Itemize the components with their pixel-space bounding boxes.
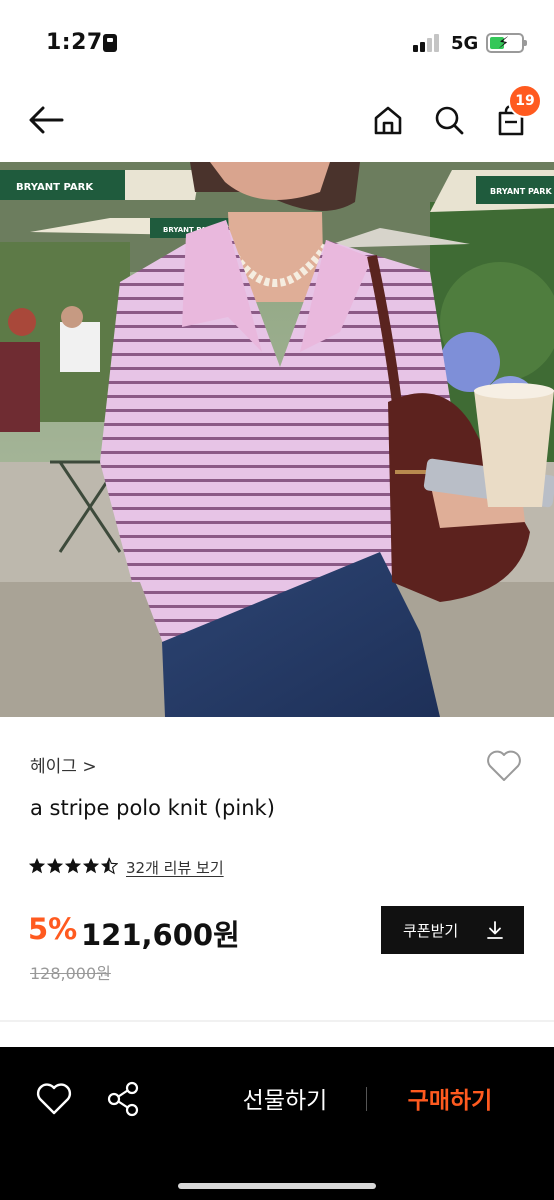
discount-rate: 5% bbox=[28, 912, 78, 946]
sale-price: 121,600원 bbox=[81, 918, 240, 952]
rating-stars bbox=[28, 856, 118, 878]
reviews-link[interactable]: 32개 리뷰 보기 bbox=[126, 857, 224, 878]
status-bar: 1:27 5G ⚡ bbox=[0, 0, 554, 84]
search-icon bbox=[435, 106, 464, 135]
umbrella-sign-text: BRYANT PARK bbox=[490, 187, 552, 196]
cart-count-badge: 19 bbox=[508, 84, 542, 118]
brand-link[interactable]: 헤이그 > bbox=[30, 752, 97, 777]
like-button[interactable] bbox=[34, 1079, 74, 1119]
product-title: a stripe polo knit (pink) bbox=[30, 796, 275, 820]
heart-outline-icon bbox=[487, 750, 521, 781]
share-icon bbox=[107, 1081, 139, 1117]
star-icon bbox=[64, 857, 82, 874]
download-icon bbox=[487, 921, 503, 939]
coupon-download-button[interactable]: 쿠폰받기 bbox=[381, 906, 524, 954]
battery-icon: ⚡ bbox=[486, 33, 527, 53]
product-image[interactable]: BRYANT PARK BRYANT PARK BRYANT PARK bbox=[0, 162, 554, 717]
original-price: 128,000원 bbox=[30, 964, 111, 983]
back-arrow-icon bbox=[29, 106, 64, 134]
network-type: 5G bbox=[451, 33, 479, 54]
bottom-bar-separator bbox=[366, 1087, 367, 1111]
wishlist-button[interactable] bbox=[484, 746, 524, 786]
cellular-signal-icon bbox=[413, 34, 441, 52]
heart-icon bbox=[36, 1083, 72, 1115]
star-icon bbox=[46, 857, 64, 874]
coupon-button-label: 쿠폰받기 bbox=[403, 921, 459, 940]
star-icon bbox=[28, 857, 46, 874]
product-photo: BRYANT PARK BRYANT PARK BRYANT PARK bbox=[0, 162, 554, 717]
half-star-icon bbox=[100, 857, 118, 875]
home-indicator[interactable] bbox=[178, 1183, 376, 1189]
umbrella-sign-text: BRYANT PARK bbox=[16, 182, 94, 193]
bottom-action-bar: 선물하기 구매하기 bbox=[0, 1047, 554, 1200]
share-button[interactable] bbox=[104, 1079, 144, 1119]
status-time: 1:27 bbox=[46, 30, 103, 55]
gift-button[interactable]: 선물하기 bbox=[220, 1081, 350, 1115]
top-nav-bar: 19 bbox=[0, 84, 554, 162]
section-divider bbox=[0, 1020, 554, 1022]
home-button[interactable] bbox=[366, 98, 410, 142]
star-icon bbox=[82, 857, 100, 874]
buy-button[interactable]: 구매하기 bbox=[390, 1081, 510, 1115]
back-button[interactable] bbox=[24, 98, 68, 142]
search-button[interactable] bbox=[427, 98, 471, 142]
focus-mode-icon bbox=[103, 34, 117, 52]
home-icon bbox=[374, 106, 402, 135]
